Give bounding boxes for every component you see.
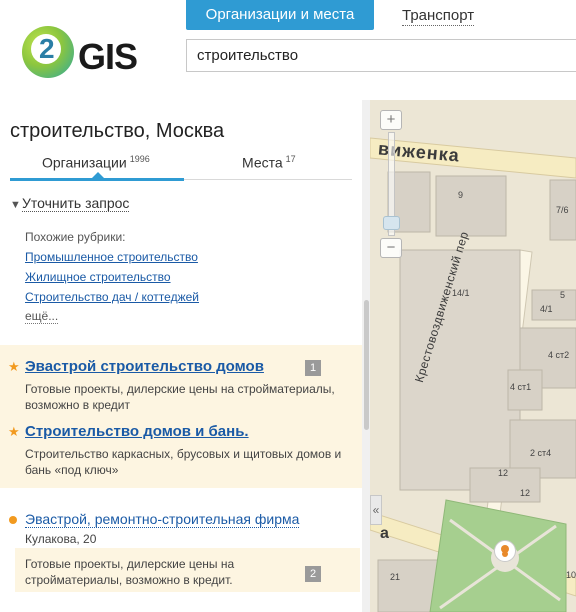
result-title-link[interactable]: Эвастрой, ремонтно-строительная фирма	[25, 511, 300, 528]
tab-count: 1996	[129, 154, 150, 164]
tab-label: Организации	[42, 154, 127, 171]
logo-text: GIS	[78, 36, 138, 77]
result-tabs: Организации 1996 Места 17	[10, 150, 352, 181]
building-number: 2 ст4	[530, 448, 552, 458]
ads-block: ★ Эвастрой строительство домов 1 Готовые…	[0, 345, 362, 488]
building-number: 10	[566, 570, 576, 580]
ad-description: Готовые проекты, дилерские цены на строй…	[25, 382, 335, 412]
filter-icon: ▼	[10, 199, 21, 211]
similar-rubric-link[interactable]: Строительство дач / коттеджей	[25, 290, 199, 304]
tab-places-results[interactable]: Места 17	[242, 154, 296, 171]
similar-rubric-link[interactable]: Промышленное строительство	[25, 250, 198, 264]
building-number: 21	[390, 572, 401, 582]
map[interactable]: вижeнка Кpестовоздвиженский пер а 9 7/6 …	[370, 100, 576, 612]
zoom-in-button[interactable]: +	[380, 110, 402, 130]
building-number: 12	[520, 488, 531, 498]
tab-organizations-results[interactable]: Организации 1996	[42, 154, 150, 171]
active-tab-notch	[92, 172, 104, 178]
refine-label: Уточнить запрос	[22, 195, 130, 212]
similar-heading: Похожие рубрики:	[25, 230, 126, 244]
building-number: 12	[498, 468, 509, 478]
building-number: 14/1	[452, 288, 470, 298]
building-number: 4/1	[540, 304, 553, 314]
logo-digit: 2	[39, 33, 55, 64]
refine-query-link[interactable]: ▼Уточнить запрос	[10, 195, 130, 212]
active-tab-indicator	[10, 178, 184, 181]
similar-rubric-link[interactable]: Жилищное строительство	[25, 270, 171, 284]
zoom-control: + −	[380, 106, 404, 266]
tab-organizations[interactable]: Организации и места	[186, 0, 374, 30]
ad-description: Строительство каркасных, брусовых и щито…	[25, 447, 342, 477]
building-number: 5	[560, 290, 566, 300]
zoom-slider-handle[interactable]	[383, 216, 400, 230]
building-number: 7/6	[556, 205, 569, 215]
result-address: Кулакова, 20	[25, 532, 97, 546]
ad-title-link[interactable]: Строительство домов и бань.	[25, 423, 249, 440]
star-icon: ★	[8, 424, 20, 439]
building-number: 9	[458, 190, 464, 200]
tab-count: 17	[285, 154, 296, 164]
result-marker-icon	[9, 516, 17, 524]
zoom-out-button[interactable]: −	[380, 238, 402, 258]
header: 2 GIS Организации и места Транспорт	[0, 0, 576, 100]
results-panel: строительство, Москва Организации 1996 Ме…	[0, 100, 362, 612]
result-description-box: Готовые проекты, дилерские цены на строй…	[15, 548, 360, 592]
search-input[interactable]	[186, 39, 576, 72]
collapse-panel-button[interactable]: «	[370, 495, 382, 525]
more-rubrics-link[interactable]: ещё...	[25, 310, 59, 324]
tab-label: Места	[242, 154, 283, 171]
star-icon: ★	[8, 359, 20, 374]
building-number: 4 ст2	[548, 350, 570, 360]
street-label: а	[380, 525, 389, 542]
result-number-badge: 2	[305, 566, 321, 582]
building-number: 4 ст1	[510, 382, 532, 392]
logo[interactable]: 2 GIS	[22, 22, 152, 82]
result-description: Готовые проекты, дилерские цены на строй…	[25, 557, 235, 587]
ad-title-link[interactable]: Эвастрой строительство домов	[25, 358, 264, 375]
map-pin-icon[interactable]	[494, 540, 516, 562]
tab-transport[interactable]: Транспорт	[402, 7, 475, 26]
result-number-badge: 1	[305, 360, 321, 376]
panel-scroll-thumb[interactable]	[364, 300, 369, 430]
page-title: строительство, Москва	[10, 120, 225, 142]
